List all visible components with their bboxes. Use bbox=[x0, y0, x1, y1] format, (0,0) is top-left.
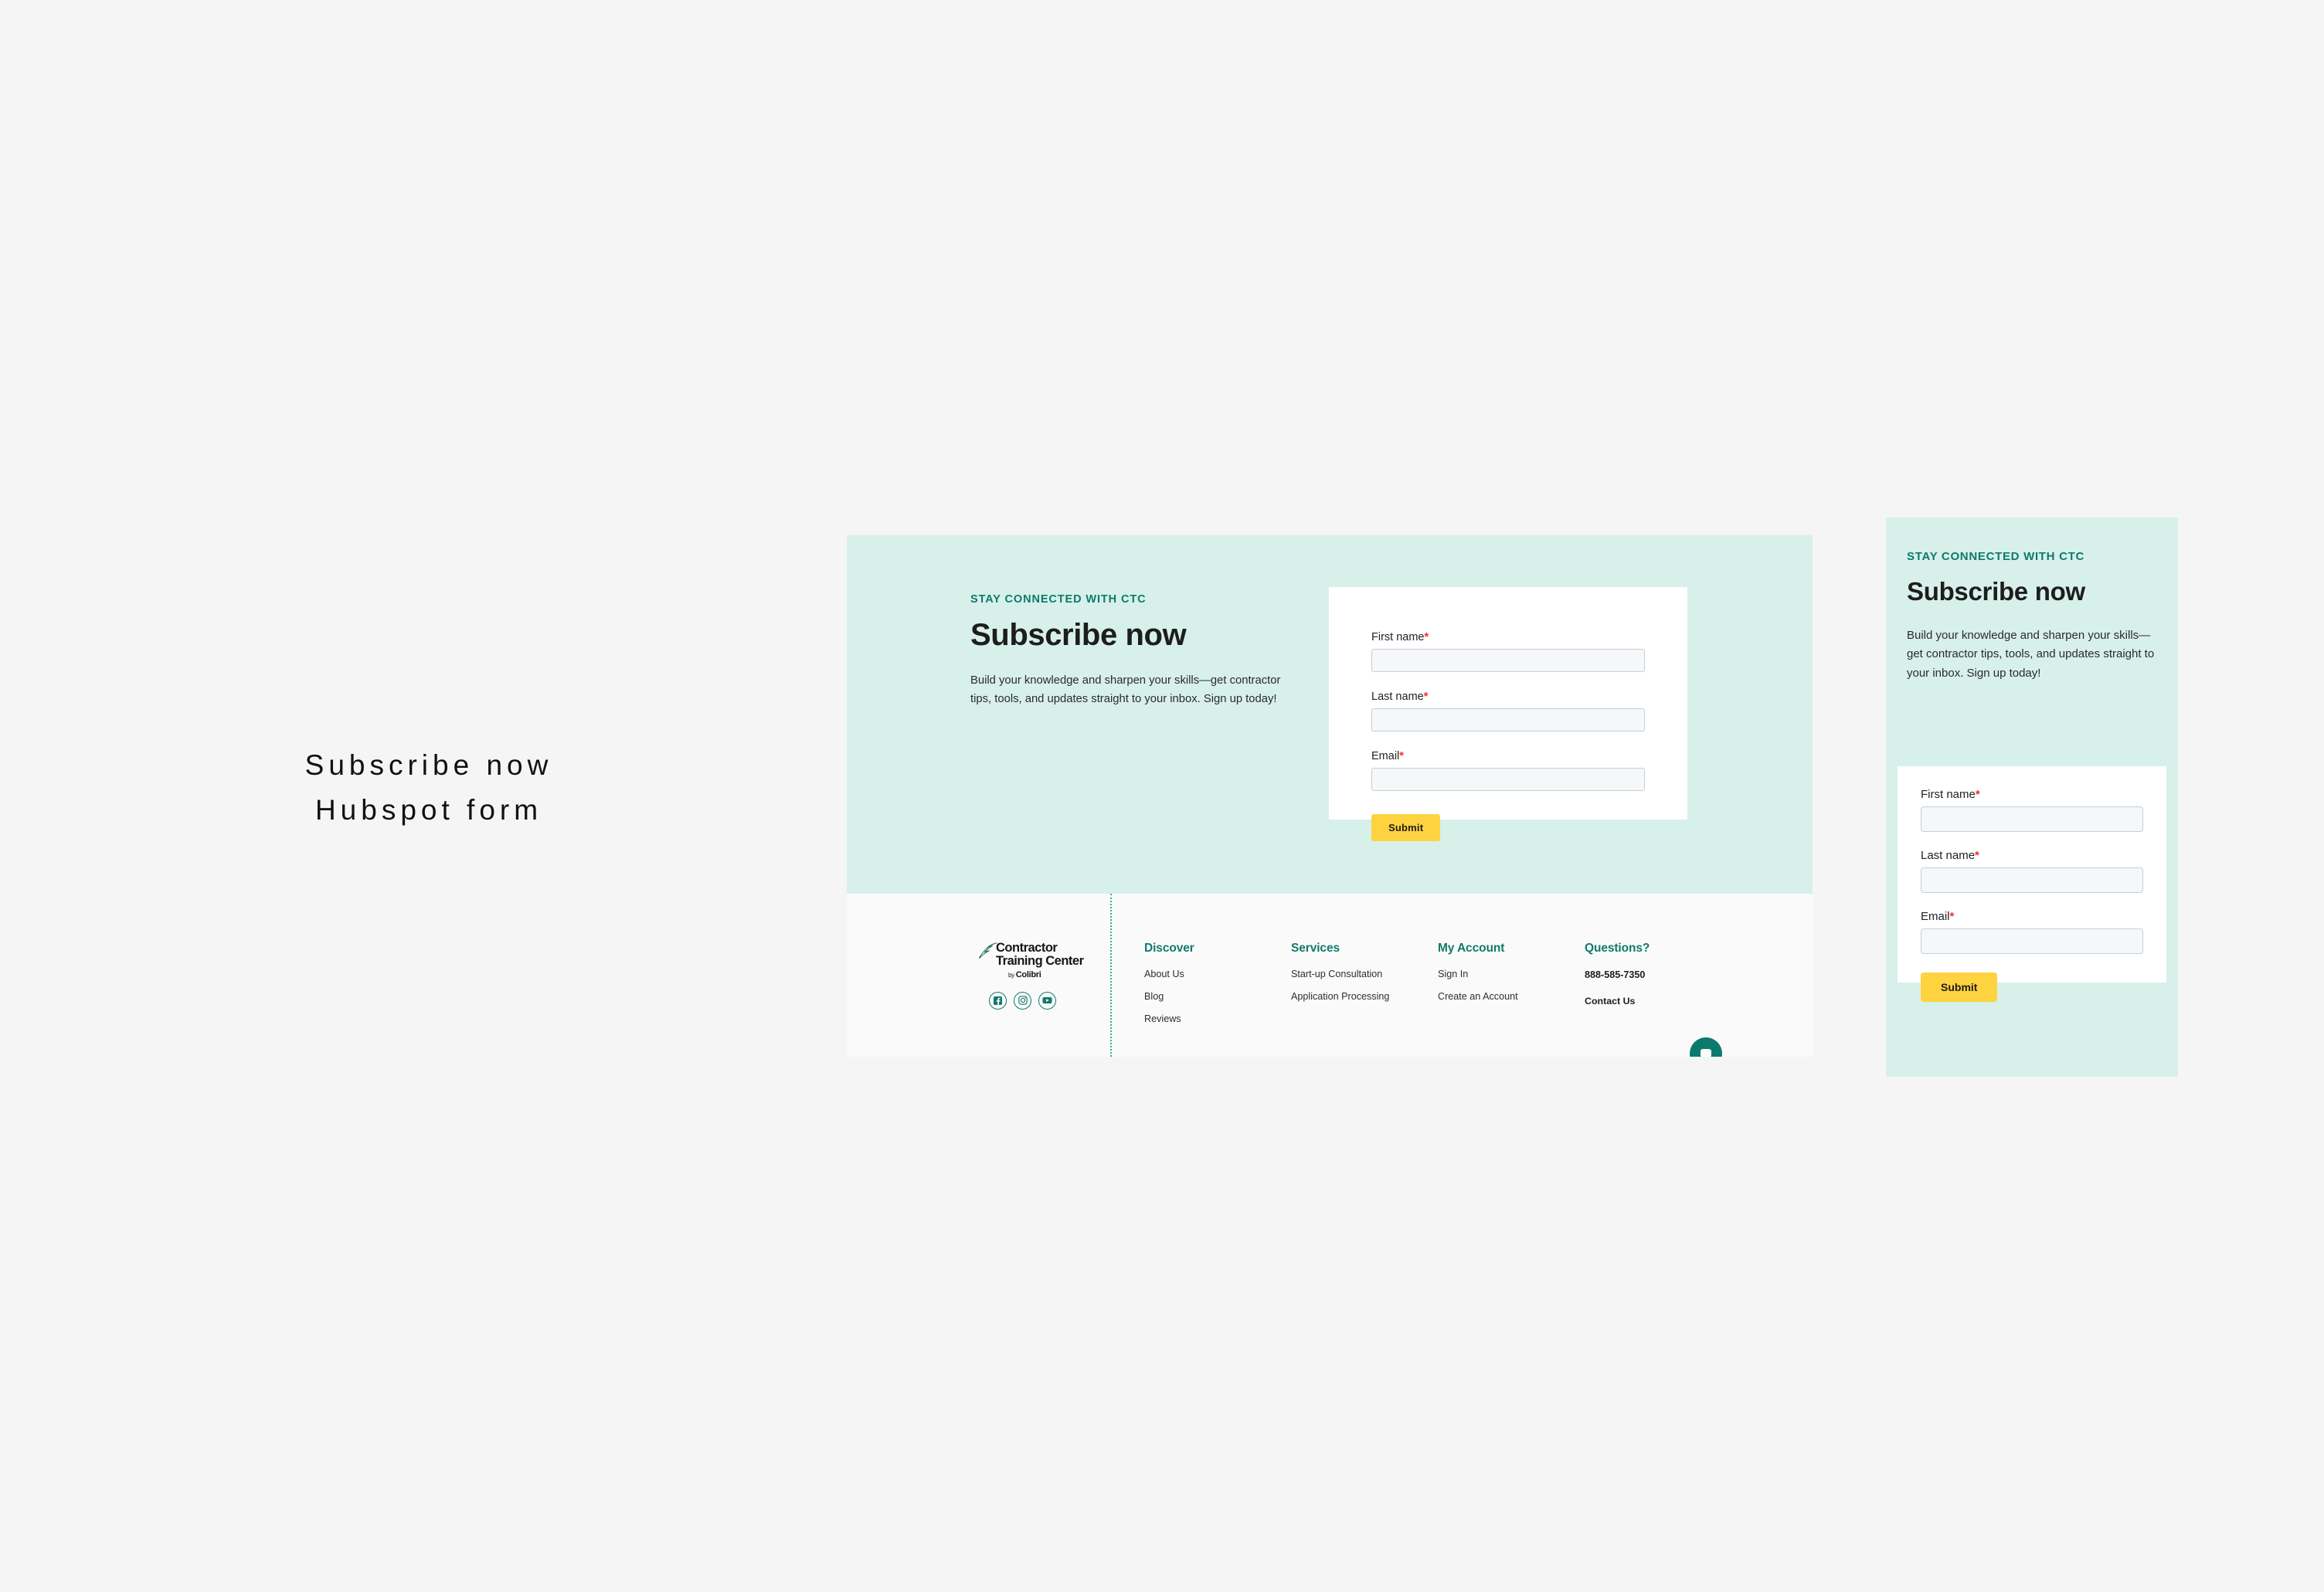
footer-social-links bbox=[989, 991, 1102, 1010]
annotation-line-1: Subscribe now bbox=[304, 749, 553, 781]
mobile-first-name-label: First name* bbox=[1921, 788, 2143, 801]
mobile-last-name-label: Last name* bbox=[1921, 849, 2143, 862]
mobile-submit-button[interactable]: Submit bbox=[1921, 973, 1998, 1002]
footer-link-sign-in[interactable]: Sign In bbox=[1438, 969, 1585, 979]
required-asterisk: * bbox=[1949, 910, 1955, 923]
mobile-email-label-text: Email bbox=[1921, 910, 1950, 923]
annotation-caption: Subscribe now Hubspot form bbox=[247, 743, 610, 832]
footer-link-startup-consultation[interactable]: Start-up Consultation bbox=[1291, 969, 1438, 979]
desktop-eyebrow: STAY CONNECTED WITH CTC bbox=[970, 593, 1147, 606]
footer-link-contact-us[interactable]: Contact Us bbox=[1585, 996, 1731, 1006]
mobile-first-name-label-text: First name bbox=[1921, 788, 1976, 801]
mobile-page-title: Subscribe now bbox=[1907, 577, 2085, 606]
footer-brand-block: Contractor Training Center by Colibri bbox=[978, 942, 1102, 1010]
brand-byline-name: Colibri bbox=[1015, 969, 1041, 979]
footer-column-discover: Discover About Us Blog Reviews bbox=[1144, 942, 1291, 1037]
footer-link-reviews[interactable]: Reviews bbox=[1144, 1014, 1291, 1024]
mobile-first-name-input[interactable] bbox=[1921, 806, 2143, 832]
desktop-first-name-label: First name* bbox=[1371, 631, 1645, 643]
required-asterisk: * bbox=[1424, 631, 1429, 643]
mobile-last-name-label-text: Last name bbox=[1921, 849, 1976, 862]
youtube-icon[interactable] bbox=[1038, 991, 1056, 1010]
mobile-field-last-name: Last name* bbox=[1921, 849, 2143, 893]
mobile-last-name-input[interactable] bbox=[1921, 867, 2143, 893]
footer-column-title: Questions? bbox=[1585, 942, 1650, 955]
brand-logo[interactable]: Contractor Training Center by Colibri bbox=[978, 942, 1102, 979]
desktop-field-first-name: First name* bbox=[1371, 631, 1645, 672]
desktop-mockup: STAY CONNECTED WITH CTC Subscribe now Bu… bbox=[847, 535, 1813, 1057]
footer-phone-number[interactable]: 888-585-7350 bbox=[1585, 969, 1731, 980]
desktop-first-name-input[interactable] bbox=[1371, 649, 1645, 672]
footer-column-title: My Account bbox=[1438, 942, 1505, 955]
brand-line-2: Training Center bbox=[996, 953, 1084, 968]
footer-vertical-divider bbox=[1110, 894, 1112, 1057]
chat-bubble-icon bbox=[1701, 1049, 1711, 1057]
mobile-field-first-name: First name* bbox=[1921, 788, 2143, 832]
required-asterisk: * bbox=[1975, 788, 1980, 801]
mobile-field-email: Email* bbox=[1921, 910, 2143, 954]
footer-column-title: Discover bbox=[1144, 942, 1194, 955]
desktop-footer: Contractor Training Center by Colibri Di… bbox=[847, 894, 1813, 1057]
instagram-icon[interactable] bbox=[1014, 991, 1031, 1010]
brand-byline: by Colibri bbox=[1008, 970, 1084, 979]
chat-widget-button[interactable] bbox=[1690, 1037, 1722, 1057]
desktop-email-label-text: Email bbox=[1371, 750, 1400, 762]
brand-byline-prefix: by bbox=[1008, 971, 1016, 979]
footer-link-blog[interactable]: Blog bbox=[1144, 991, 1291, 1002]
required-asterisk: * bbox=[1399, 750, 1404, 762]
footer-column-services: Services Start-up Consultation Applicati… bbox=[1291, 942, 1438, 1037]
footer-column-title: Services bbox=[1291, 942, 1340, 955]
facebook-icon[interactable] bbox=[989, 991, 1007, 1010]
desktop-first-name-label-text: First name bbox=[1371, 631, 1425, 643]
mobile-hero-copy: STAY CONNECTED WITH CTC Subscribe now Bu… bbox=[1886, 518, 2178, 683]
mobile-subscribe-form-card: First name* Last name* Email* Submit bbox=[1898, 766, 2166, 1002]
mobile-email-input[interactable] bbox=[1921, 928, 2143, 954]
desktop-email-input[interactable] bbox=[1371, 768, 1645, 791]
mobile-hero-subtitle: Build your knowledge and sharpen your sk… bbox=[1907, 629, 2155, 680]
desktop-last-name-label: Last name* bbox=[1371, 691, 1645, 703]
footer-link-create-account[interactable]: Create an Account bbox=[1438, 991, 1585, 1002]
brand-wordmark: Contractor Training Center by Colibri bbox=[996, 942, 1084, 979]
footer-link-about-us[interactable]: About Us bbox=[1144, 969, 1291, 979]
desktop-page-title: Subscribe now bbox=[970, 618, 1187, 652]
desktop-field-email: Email* bbox=[1371, 750, 1645, 791]
footer-link-columns: Discover About Us Blog Reviews Services … bbox=[1144, 942, 1785, 1037]
footer-column-my-account: My Account Sign In Create an Account bbox=[1438, 942, 1585, 1037]
desktop-subscribe-form-card: First name* Last name* Email* Submit bbox=[1329, 587, 1687, 841]
brand-line-1: Contractor bbox=[996, 941, 1058, 955]
annotation-line-2: Hubspot form bbox=[314, 793, 543, 826]
desktop-email-label: Email* bbox=[1371, 750, 1645, 762]
desktop-last-name-input[interactable] bbox=[1371, 708, 1645, 732]
desktop-hero-subtitle: Build your knowledge and sharpen your sk… bbox=[970, 674, 1281, 705]
desktop-submit-button[interactable]: Submit bbox=[1371, 814, 1441, 841]
required-asterisk: * bbox=[1975, 849, 1979, 862]
mobile-email-label: Email* bbox=[1921, 910, 2143, 923]
desktop-field-last-name: Last name* bbox=[1371, 691, 1645, 732]
footer-link-application-processing[interactable]: Application Processing bbox=[1291, 991, 1438, 1002]
screenshot-canvas: Subscribe now Hubspot form STAY CONNECTE… bbox=[0, 0, 2324, 1592]
desktop-form-fields: First name* Last name* Email* Submit bbox=[1329, 587, 1687, 841]
desktop-hero-copy: STAY CONNECTED WITH CTC Subscribe now Bu… bbox=[970, 593, 1303, 709]
desktop-hero-section: STAY CONNECTED WITH CTC Subscribe now Bu… bbox=[847, 535, 1813, 894]
desktop-last-name-label-text: Last name bbox=[1371, 691, 1424, 703]
mobile-mockup: STAY CONNECTED WITH CTC Subscribe now Bu… bbox=[1886, 518, 2178, 1077]
mobile-eyebrow: STAY CONNECTED WITH CTC bbox=[1907, 550, 2084, 563]
required-asterisk: * bbox=[1423, 691, 1429, 703]
footer-column-questions: Questions? 888-585-7350 Contact Us bbox=[1585, 942, 1731, 1037]
